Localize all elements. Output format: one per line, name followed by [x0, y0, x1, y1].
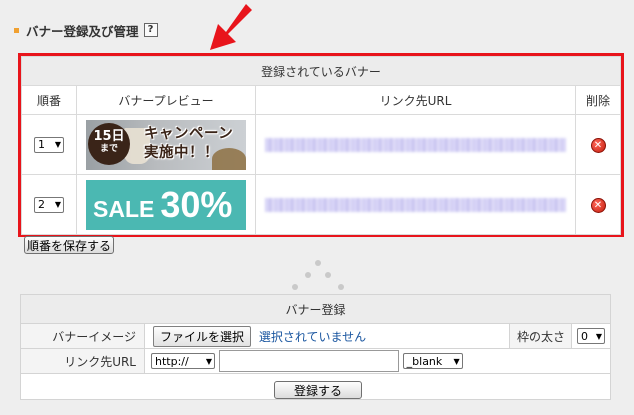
- file-select-button[interactable]: ファイルを選択: [153, 325, 252, 347]
- banner-preview-campaign: 15日 まで キャンペーン 実施中！！: [86, 119, 246, 170]
- date-badge: 15日 まで: [88, 122, 130, 165]
- delete-icon[interactable]: ✕: [590, 137, 606, 153]
- save-order-button[interactable]: 順番を保存する: [24, 236, 114, 254]
- column-preview: バナープレビュー: [76, 85, 256, 115]
- link-url-input[interactable]: [218, 350, 399, 372]
- table-row: 1 ▼ 15日 まで キャンペーン 実施中！！ ✕: [21, 114, 621, 175]
- column-delete: 削除: [575, 85, 621, 115]
- registered-banners-table: 登録されているバナー 順番 バナープレビュー リンク先URL 削除 1 ▼ 15日: [21, 56, 621, 235]
- banner-preview-sale: SALE 30%: [86, 179, 246, 230]
- register-title: バナー登録: [20, 294, 611, 324]
- banner-register-panel: バナー登録 バナーイメージ ファイルを選択 選択されていません 枠の太さ 0 ▼ …: [20, 294, 611, 400]
- registered-banners-panel: 登録されているバナー 順番 バナープレビュー リンク先URL 削除 1 ▼ 15日: [18, 53, 624, 237]
- link-url-blurred: [265, 137, 566, 152]
- delete-icon[interactable]: ✕: [590, 197, 606, 213]
- order-select[interactable]: 2 ▼: [34, 196, 64, 213]
- table-row: 2 ▼ SALE 30% ✕: [21, 174, 621, 235]
- banner-image-label: バナーイメージ: [20, 323, 145, 349]
- link-url-blurred: [265, 197, 566, 212]
- campaign-text: キャンペーン 実施中！！: [144, 125, 234, 161]
- chevron-down-icon: ▼: [453, 356, 460, 366]
- chevron-down-icon: ▼: [54, 140, 61, 149]
- bullet-icon: [14, 27, 19, 33]
- section-title: バナー登録及び管理: [26, 23, 139, 39]
- annotation-arrow-icon: [210, 4, 252, 50]
- loading-dots-icon: [288, 258, 348, 298]
- registered-banners-title: 登録されているバナー: [21, 56, 621, 86]
- link-target-select[interactable]: _blank ▼: [402, 353, 463, 369]
- column-order: 順番: [21, 85, 77, 115]
- border-width-label: 枠の太さ: [509, 323, 572, 349]
- chevron-down-icon: ▼: [595, 331, 602, 341]
- help-icon[interactable]: ?: [143, 23, 158, 37]
- column-url: リンク先URL: [255, 85, 576, 115]
- protocol-select[interactable]: http://▼: [151, 353, 215, 369]
- chevron-down-icon: ▼: [205, 356, 212, 366]
- chevron-down-icon: ▼: [54, 200, 61, 209]
- link-url-label: リンク先URL: [20, 348, 145, 374]
- section-header: バナー登録及び管理 ?: [14, 22, 158, 39]
- border-width-select[interactable]: 0 ▼: [577, 328, 605, 344]
- register-button[interactable]: 登録する: [274, 381, 362, 399]
- file-status-text: 選択されていません: [258, 329, 367, 344]
- order-select[interactable]: 1 ▼: [34, 136, 64, 153]
